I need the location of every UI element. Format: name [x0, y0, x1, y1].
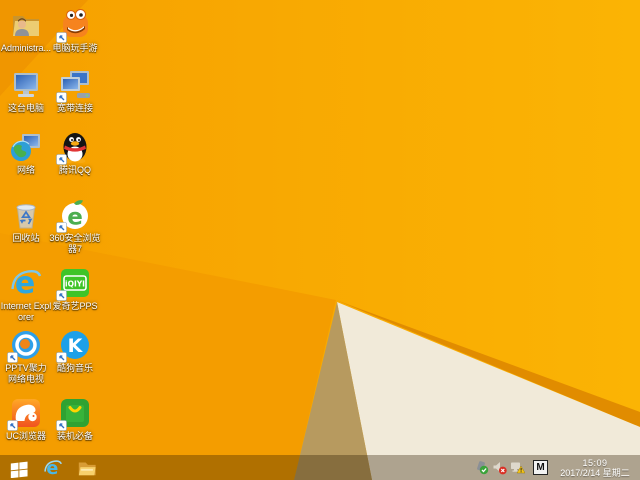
broadband-connection-icon [56, 68, 92, 103]
shortcut-arrow-icon [56, 420, 67, 431]
network-warning-icon[interactable] [510, 460, 525, 475]
desktop-icon-kugou[interactable]: K 酷狗音乐 [49, 328, 101, 374]
taskbar-clock[interactable]: 15:09 2017/2/14 星期二 [554, 458, 636, 478]
taskbar-ie-button[interactable]: e [36, 455, 70, 480]
internet-explorer-icon: e [44, 458, 62, 478]
internet-explorer-icon: e [9, 266, 43, 300]
desktop-icon-uc-browser[interactable]: UC浏览器 [0, 396, 52, 442]
pptv-icon [7, 328, 43, 363]
shortcut-arrow-icon [56, 222, 67, 233]
desktop-icon-label: 装机必备 [56, 431, 93, 441]
desktop-icon-label: 电脑玩手游 [52, 43, 98, 53]
desktop-icon-label: 爱奇艺PPS [52, 301, 98, 311]
desktop-icon-label: 回收站 [12, 233, 40, 243]
desktop-icon-label: PPTV聚力 网络电视 [5, 363, 47, 384]
network-icon [9, 130, 43, 164]
desktop-icon-pptv[interactable]: PPTV聚力 网络电视 [0, 328, 52, 385]
file-explorer-icon [78, 462, 96, 475]
ime-indicator[interactable]: M [533, 460, 548, 475]
desktop-icon-label: 宽带连接 [56, 103, 93, 113]
desktop-icon-360-browser[interactable]: e 360安全浏览器7 [49, 198, 101, 255]
360-browser-icon: e [56, 198, 92, 233]
user-folder-icon [9, 8, 43, 42]
desktop-icon-label: Administra... [0, 43, 51, 53]
shortcut-arrow-icon [7, 352, 18, 363]
desktop: Administra... 电脑玩手游 这台电脑 宽带连接 网络 腾讯QQ 回收… [0, 0, 640, 480]
desktop-icon-this-pc[interactable]: 这台电脑 [0, 68, 52, 114]
desktop-icon-label: UC浏览器 [6, 431, 46, 441]
desktop-icon-label: 360安全浏览器7 [49, 233, 101, 254]
desktop-icon-app-store[interactable]: 装机必备 [49, 396, 101, 442]
svg-text:e: e [67, 205, 83, 231]
desktop-icon-qq[interactable]: 腾讯QQ [49, 130, 101, 176]
start-button[interactable] [2, 455, 36, 480]
desktop-icon-iqiyi[interactable]: iQIYI 爱奇艺PPS [49, 266, 101, 312]
shortcut-arrow-icon [56, 32, 67, 43]
desktop-icon-recycle-bin[interactable]: 回收站 [0, 198, 52, 244]
desktop-icon-label: 腾讯QQ [58, 165, 91, 175]
volume-muted-icon[interactable] [492, 460, 507, 475]
desktop-icon-internet-explorer[interactable]: e Internet Explorer [0, 266, 52, 323]
desktop-icon-label: Internet Explorer [0, 301, 52, 322]
clock-time: 15:09 [582, 457, 608, 468]
desktop-icon-administrator[interactable]: Administra... [0, 8, 52, 54]
clock-date: 2017/2/14 星期二 [560, 467, 630, 478]
kugou-music-icon: K [56, 328, 92, 363]
desktop-icon-broadband[interactable]: 宽带连接 [49, 68, 101, 114]
system-tray: M 15:09 2017/2/14 星期二 [474, 455, 640, 480]
shortcut-arrow-icon [56, 290, 67, 301]
desktop-icon-network[interactable]: 网络 [0, 130, 52, 176]
shortcut-arrow-icon [56, 92, 67, 103]
shortcut-arrow-icon [7, 420, 18, 431]
desktop-icon-label: 网络 [16, 165, 35, 175]
iqiyi-pps-icon: iQIYI [56, 266, 92, 301]
recycle-bin-icon [9, 198, 43, 232]
taskbar: e M 15:09 2017/2/14 星期二 [0, 455, 640, 480]
desktop-icon-game-monster[interactable]: 电脑玩手游 [49, 8, 101, 54]
qq-penguin-icon [56, 130, 92, 165]
game-monster-icon [56, 8, 92, 43]
uc-browser-icon [7, 396, 43, 431]
svg-text:K: K [68, 335, 84, 357]
this-pc-icon [9, 68, 43, 102]
windows-logo-icon [10, 461, 28, 478]
desktop-icon-label: 酷狗音乐 [56, 363, 93, 373]
taskbar-explorer-button[interactable] [70, 455, 104, 480]
shortcut-arrow-icon [56, 154, 67, 165]
shortcut-arrow-icon [56, 352, 67, 363]
software-bag-icon [56, 396, 92, 431]
svg-text:iQIYI: iQIYI [65, 280, 85, 289]
safely-remove-hardware-icon[interactable] [474, 460, 489, 475]
desktop-icon-label: 这台电脑 [7, 103, 44, 113]
